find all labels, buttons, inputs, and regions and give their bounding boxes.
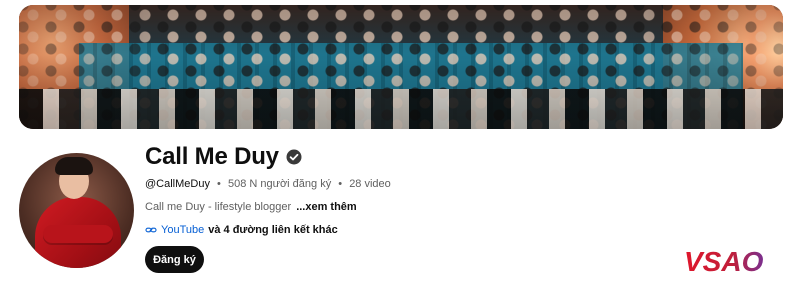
channel-links[interactable]: YouTube và 4 đường liên kết khác: [145, 224, 338, 236]
channel-meta: @CallMeDuy • 508 N người đăng ký • 28 vi…: [145, 178, 391, 190]
avatar-hair: [55, 157, 93, 175]
vsao-logo: VSAO: [684, 246, 764, 277]
meta-separator: •: [217, 178, 221, 190]
channel-handle: @CallMeDuy: [145, 178, 210, 190]
verified-check-icon: [286, 149, 302, 165]
other-links[interactable]: và 4 đường liên kết khác: [208, 224, 338, 236]
link-icon: [145, 227, 157, 233]
youtube-link[interactable]: YouTube: [161, 224, 204, 236]
meta-separator: •: [338, 178, 343, 190]
subscriber-count: 508 N người đăng ký: [227, 178, 332, 190]
vsao-logo-text: VSAO: [684, 246, 764, 277]
channel-title: Call Me Duy: [145, 143, 302, 171]
channel-description[interactable]: Call me Duy - lifestyle blogger ...xem t…: [145, 201, 357, 213]
channel-name-text: Call Me Duy: [145, 143, 279, 170]
avatar-arms: [43, 225, 113, 243]
banner-shade: [19, 5, 783, 129]
channel-avatar[interactable]: [19, 153, 134, 268]
subscribe-button[interactable]: Đăng ký: [145, 246, 204, 273]
channel-banner: [19, 5, 783, 129]
description-text: Call me Duy - lifestyle blogger: [145, 201, 292, 213]
video-count: 28 video: [349, 178, 391, 190]
show-more-link[interactable]: ...xem thêm: [296, 201, 357, 213]
